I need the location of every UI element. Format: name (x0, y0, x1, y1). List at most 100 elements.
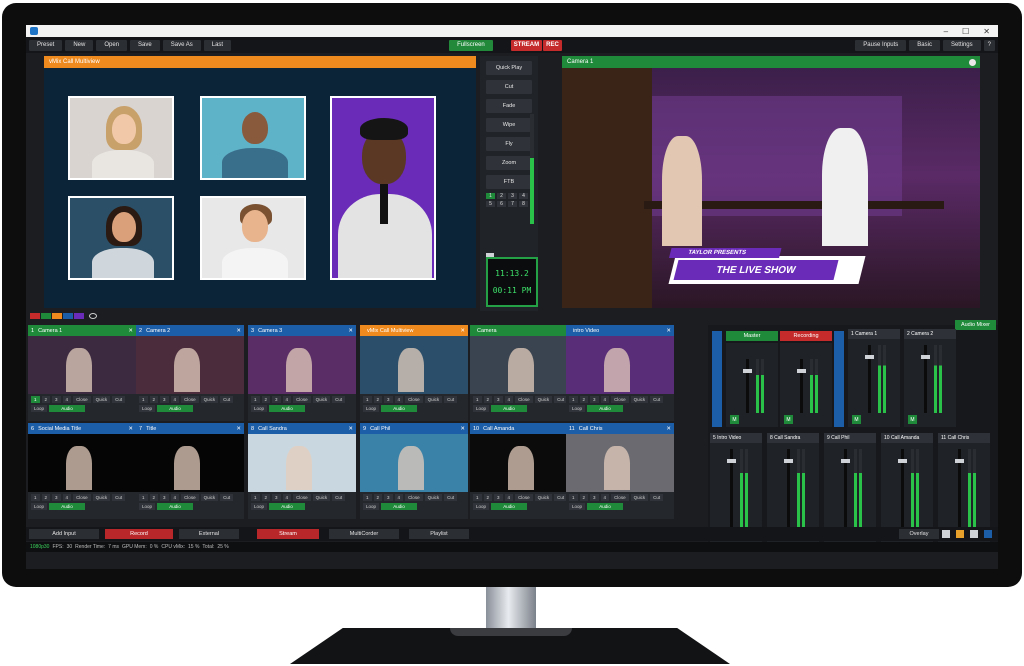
fader-handle[interactable] (955, 459, 964, 463)
audio-button[interactable]: Audio (587, 405, 624, 412)
mute-button[interactable]: M (908, 415, 917, 424)
overlay-number-button[interactable]: 2 (483, 396, 493, 403)
preset-button[interactable]: Preset (29, 39, 63, 51)
close-button[interactable]: Close (73, 396, 91, 403)
audio-button[interactable]: Audio (491, 405, 528, 412)
cut-button[interactable]: Cut (112, 494, 126, 501)
layout-list-icon[interactable] (942, 530, 950, 538)
overlay-number-button[interactable]: 2 (373, 396, 383, 403)
loop-button[interactable]: Loop (31, 503, 48, 510)
cut-button[interactable]: Cut (112, 396, 126, 403)
loop-button[interactable]: Loop (251, 503, 268, 510)
output-settings-icon[interactable] (969, 58, 976, 66)
close-icon[interactable]: ✕ (128, 328, 133, 334)
input-header[interactable]: 8 Call Sandra ✕ (248, 423, 356, 434)
input-header[interactable]: 10Call Amanda✕ (470, 423, 578, 434)
overlay-number-button[interactable]: 3 (52, 494, 61, 501)
overlay-number-button[interactable]: 4 (282, 396, 292, 403)
input-tile[interactable]: 3 Camera 3 ✕ 1 2 3 4 Close Quick Cut Loop Audio (248, 325, 356, 421)
quick-button[interactable]: Quick (92, 396, 111, 403)
colors-icon[interactable] (956, 530, 964, 538)
fader-handle[interactable] (865, 355, 874, 359)
fader-handle[interactable] (784, 459, 793, 463)
zoom-button[interactable]: Zoom (486, 156, 532, 170)
loop-button[interactable]: Loop (31, 405, 48, 412)
input-thumbnail[interactable] (360, 336, 468, 394)
input-header[interactable]: 7 Title ✕ (136, 423, 244, 434)
cut-button[interactable]: Cut (486, 80, 532, 94)
overlay-number-button[interactable]: 2 (149, 396, 159, 403)
close-icon[interactable]: ✕ (128, 426, 133, 432)
ftb-button[interactable]: FTB (486, 175, 532, 189)
overlay-number-button[interactable]: 3 (384, 494, 393, 501)
input-header[interactable]: 11 Call Chris ✕ (566, 423, 674, 434)
loop-button[interactable]: Loop (139, 503, 156, 510)
open-button[interactable]: Open (96, 39, 128, 51)
loop-button[interactable]: Loop (251, 405, 268, 412)
input-tile[interactable]: 1 Camera 1 ✕ 1 2 3 4 Close Quick Cut Loop Audio (28, 325, 136, 421)
loop-button[interactable]: Loop (473, 503, 490, 510)
overlay-number-button[interactable]: 1 (473, 494, 482, 501)
mute-button[interactable]: M (730, 415, 739, 424)
fader-handle[interactable] (921, 355, 930, 359)
cut-button[interactable]: Cut (444, 494, 458, 501)
save-as-button[interactable]: Save As (162, 39, 201, 51)
close-icon[interactable]: ✕ (348, 426, 353, 432)
mute-button[interactable]: M (852, 415, 861, 424)
overlay-number-button[interactable]: 4 (600, 396, 610, 403)
overlay-number-button[interactable]: 2 (579, 494, 589, 501)
close-button[interactable]: Close (181, 494, 199, 501)
close-icon[interactable]: ✕ (460, 328, 465, 334)
stream-button[interactable]: Stream (257, 529, 319, 539)
input-header[interactable]: vMix Call Multiview ✕ (360, 325, 468, 336)
overlay-number-button[interactable]: 4 (394, 396, 404, 403)
input-thumbnail[interactable] (566, 336, 674, 394)
audio-button[interactable]: Audio (381, 405, 418, 412)
maximize-button[interactable]: ☐ (962, 27, 969, 36)
multiview-cell-2[interactable] (200, 96, 306, 180)
loop-button[interactable]: Loop (363, 503, 380, 510)
record-button[interactable]: Record (105, 529, 173, 539)
quick-button[interactable]: Quick (312, 494, 331, 501)
input-header[interactable]: 1 Camera 1 ✕ (28, 325, 136, 336)
transition-num[interactable]: 7 (508, 201, 517, 207)
close-button[interactable]: Close (293, 396, 311, 403)
audio-button[interactable]: Audio (587, 503, 624, 510)
overlay-number-button[interactable]: 2 (373, 494, 383, 501)
cut-button[interactable]: Cut (220, 494, 234, 501)
input-header[interactable]: 9 Call Phil ✕ (360, 423, 468, 434)
grid-icon[interactable] (970, 530, 978, 538)
audio-button[interactable]: Audio (269, 503, 306, 510)
multiview-cell-4[interactable] (200, 196, 306, 280)
input-thumbnail[interactable] (360, 434, 468, 492)
close-window-button[interactable]: ✕ (983, 27, 990, 36)
tab-color-green[interactable] (41, 313, 51, 319)
close-icon[interactable]: ✕ (460, 426, 465, 432)
audio-mixer-tab[interactable]: Audio Mixer (954, 320, 996, 330)
input-tile[interactable]: vMix Call Multiview ✕ 1 2 3 4 Close Quick Cut Loo… (360, 325, 468, 421)
tab-color-purple[interactable] (74, 313, 84, 319)
input-tile[interactable]: 11 Call Chris ✕ 1 2 3 4 Close Quick Cut Loop Audio (566, 423, 674, 519)
input-thumbnail[interactable] (470, 336, 578, 394)
overlay-number-button[interactable]: 1 (139, 396, 148, 403)
minimize-button[interactable]: – (944, 27, 948, 36)
fade-button[interactable]: Fade (486, 99, 532, 113)
overlay-number-button[interactable]: 1 (569, 494, 578, 501)
loop-button[interactable]: Loop (569, 405, 586, 412)
fullscreen-button[interactable]: Fullscreen (449, 39, 493, 51)
close-button[interactable]: Close (611, 396, 629, 403)
transition-num[interactable]: 2 (497, 193, 506, 199)
overlay-number-button[interactable]: 2 (149, 494, 159, 501)
overlay-number-button[interactable]: 3 (160, 396, 169, 403)
search-icon[interactable] (89, 313, 97, 319)
external-button[interactable]: External (179, 529, 239, 539)
preview-panel[interactable]: vMix Call Multiview (44, 56, 476, 308)
pause-inputs-button[interactable]: Pause Inputs (855, 39, 907, 51)
overlay-number-button[interactable]: 4 (504, 494, 514, 501)
input-header[interactable]: 2 Camera 2 ✕ (136, 325, 244, 336)
cut-button[interactable]: Cut (220, 396, 234, 403)
last-button[interactable]: Last (203, 39, 232, 51)
master-strip-label[interactable]: Master (726, 331, 778, 341)
quick-button[interactable]: Quick (200, 396, 219, 403)
fader-handle[interactable] (743, 369, 752, 373)
